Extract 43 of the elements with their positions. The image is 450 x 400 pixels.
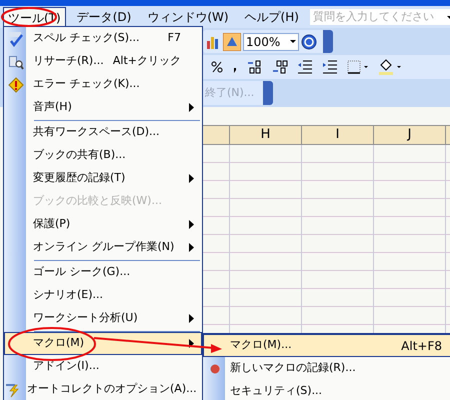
menu-item[interactable]: リサーチ(R)... Alt+クリック xyxy=(4,50,202,73)
column-header[interactable]: H xyxy=(230,126,302,144)
column-header[interactable]: I xyxy=(302,126,374,144)
menu-item[interactable]: マクロ(M) xyxy=(4,332,202,355)
increase-decimal-icon[interactable] xyxy=(247,60,263,74)
menu-item[interactable]: マクロ(M)... Alt+F8 xyxy=(203,334,450,357)
menu-bar-item[interactable]: ヘルプ(H) xyxy=(240,7,304,27)
menu-item[interactable]: セキュリティ(S)... xyxy=(203,380,450,400)
menu-item[interactable]: 変更履歴の記録(T) xyxy=(4,167,202,190)
question-field[interactable]: 質問を入力してください xyxy=(310,9,450,25)
warning-icon xyxy=(8,76,24,92)
decrease-decimal-icon[interactable] xyxy=(272,60,288,74)
increase-indent-icon[interactable] xyxy=(322,60,338,74)
menu-item[interactable]: エラー チェック(K)... xyxy=(4,73,202,96)
lightning-icon xyxy=(5,382,21,398)
record-icon xyxy=(210,364,220,374)
menu-item[interactable]: 音声(H) xyxy=(4,96,202,119)
column-header[interactable]: J xyxy=(374,126,446,144)
dropdown-arrow-icon xyxy=(290,40,296,43)
menu-item[interactable]: スペル チェック(S)... F7 xyxy=(4,27,202,50)
menu-item[interactable]: シナリオ(E)... xyxy=(4,284,202,307)
menu-item[interactable]: ゴール シーク(G)... xyxy=(4,261,202,284)
zoom-combo[interactable]: 100% xyxy=(243,32,299,50)
book-magnifier-icon xyxy=(8,54,24,70)
menu-item[interactable]: 保護(P) xyxy=(4,213,202,236)
menu-item[interactable]: アドイン(I)... xyxy=(4,355,202,378)
menu-bar-item[interactable]: ウィンドウ(W) xyxy=(142,7,234,27)
toolbar-options-handle[interactable] xyxy=(323,30,333,53)
percent-icon[interactable] xyxy=(211,61,223,73)
spell-check-icon xyxy=(8,30,24,46)
toolbar-options-handle[interactable] xyxy=(263,81,273,105)
menu-item[interactable]: ワークシート分析(U) xyxy=(4,307,202,330)
menu-item[interactable]: 新しいマクロの記録(R)... xyxy=(203,357,450,380)
menu-item[interactable]: ブックの共有(B)... xyxy=(4,144,202,167)
fill-color-icon[interactable] xyxy=(378,59,402,75)
menu-item[interactable]: 共有ワークスペース(D)... xyxy=(4,121,202,144)
menu-bar-item[interactable]: データ(D) xyxy=(72,7,136,27)
menu-item[interactable]: オンライン グループ作業(N) xyxy=(4,236,202,259)
borders-icon[interactable] xyxy=(347,60,369,74)
help-icon[interactable] xyxy=(301,34,317,50)
decrease-indent-icon[interactable] xyxy=(297,60,313,74)
menu-item[interactable]: オートコレクトのオプション(A)... xyxy=(4,378,202,400)
drawing-tool-icon[interactable] xyxy=(223,32,241,50)
